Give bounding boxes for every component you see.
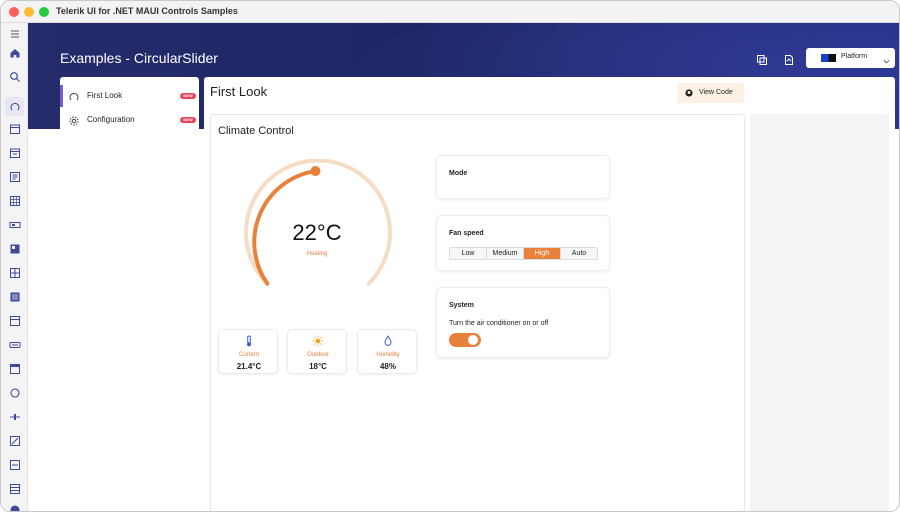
- fan-speed-card: Fan speed Low Medium High Auto: [436, 215, 610, 271]
- stat-value: 48%: [379, 362, 396, 371]
- control-icon[interactable]: [8, 218, 21, 231]
- demo-title: Climate Control: [218, 125, 294, 137]
- nav-item-first-look[interactable]: First Look NEW: [60, 85, 199, 107]
- window-title: Telerik UI for .NET MAUI Controls Sample…: [56, 6, 238, 16]
- heating-status: Heating: [306, 251, 328, 257]
- stat-value: 18°C: [309, 362, 327, 371]
- example-content: First Look View Code Climate Control 22°…: [204, 77, 895, 511]
- controls-rail: [1, 23, 28, 511]
- gear-icon: [68, 114, 80, 126]
- new-badge: NEW: [180, 93, 196, 99]
- list-icon[interactable]: [8, 362, 21, 375]
- new-badge: NEW: [180, 117, 196, 123]
- droplet-icon: [382, 334, 394, 346]
- circular-slider-icon: [68, 90, 80, 102]
- stat-value: 21.4°C: [236, 362, 262, 371]
- system-toggle[interactable]: [449, 333, 481, 347]
- chat-icon[interactable]: [8, 503, 21, 511]
- examples-nav: First Look NEW Configuration NEW: [60, 77, 199, 139]
- slider-thumb: [310, 166, 321, 177]
- fan-speed-segmented: Low Medium High Auto: [449, 247, 598, 260]
- view-code-button[interactable]: View Code: [677, 83, 744, 103]
- fan-speed-high[interactable]: High: [524, 248, 561, 259]
- calendar-icon[interactable]: [8, 122, 21, 135]
- calendar-icon[interactable]: [8, 146, 21, 159]
- button-icon[interactable]: [8, 338, 21, 351]
- list-icon[interactable]: [8, 482, 21, 495]
- stat-label: Current: [238, 352, 259, 358]
- card-title: Mode: [449, 170, 468, 177]
- card-icon[interactable]: [8, 242, 21, 255]
- image-editor-icon[interactable]: [8, 434, 21, 447]
- stat-humidity: Humidity 48%: [357, 329, 417, 374]
- stat-current: Current 21.4°C: [218, 329, 278, 374]
- search-icon[interactable]: [8, 70, 21, 83]
- minimize-window-button[interactable]: [24, 7, 34, 17]
- platform-select-value: Platform: [841, 53, 868, 60]
- close-window-button[interactable]: [9, 7, 19, 17]
- layout-icon[interactable]: [8, 266, 21, 279]
- stat-outdoor: Outdoor 18°C: [287, 329, 347, 374]
- toggle-knob: [468, 335, 478, 345]
- fan-speed-medium[interactable]: Medium: [487, 248, 524, 259]
- title-bar: Telerik UI for .NET MAUI Controls Sample…: [1, 1, 899, 23]
- entry-icon[interactable]: [8, 458, 21, 471]
- system-description: Turn the air conditioner on or off: [449, 320, 549, 327]
- chevron-down-icon: [882, 53, 891, 64]
- copy-icon[interactable]: [756, 53, 768, 65]
- slider-icon[interactable]: [8, 410, 21, 423]
- circle-icon[interactable]: [8, 386, 21, 399]
- fan-speed-low[interactable]: Low: [450, 248, 487, 259]
- active-indicator: [60, 85, 63, 107]
- github-icon: [685, 89, 693, 97]
- platform-swatch: [821, 54, 836, 62]
- side-panel: [750, 114, 889, 511]
- sun-icon: [312, 334, 324, 347]
- nav-item-label: First Look: [87, 91, 123, 100]
- page-header-title: Examples - CircularSlider: [60, 50, 218, 66]
- stat-label: Humidity: [376, 352, 400, 358]
- card-title: System: [449, 302, 474, 309]
- circular-slider-icon[interactable]: [5, 97, 24, 116]
- maximize-window-button[interactable]: [39, 7, 49, 17]
- view-code-label: View Code: [699, 89, 733, 96]
- fan-speed-auto[interactable]: Auto: [561, 248, 597, 259]
- nav-item-label: Configuration: [87, 115, 135, 124]
- platform-select[interactable]: Platform: [806, 48, 895, 68]
- stat-label: Outdoor: [307, 352, 329, 358]
- form-icon[interactable]: [8, 170, 21, 183]
- card-title: Fan speed: [449, 230, 484, 237]
- home-icon[interactable]: [8, 46, 21, 59]
- system-card: System Turn the air conditioner on or of…: [436, 287, 610, 358]
- mode-card: Mode: [436, 155, 610, 199]
- app-window: Telerik UI for .NET MAUI Controls Sample…: [0, 0, 900, 512]
- menu-icon[interactable]: [8, 27, 21, 40]
- nav-item-configuration[interactable]: Configuration NEW: [60, 109, 199, 131]
- temperature-value: 22°C: [292, 220, 342, 245]
- thermometer-icon: [243, 334, 255, 347]
- page-title: First Look: [210, 84, 268, 99]
- panel-icon[interactable]: [8, 290, 21, 303]
- climate-control-demo: Climate Control 22°C Heating Current 21.…: [210, 114, 745, 511]
- list-icon[interactable]: [8, 314, 21, 327]
- grid-icon[interactable]: [8, 194, 21, 207]
- document-icon[interactable]: [783, 53, 795, 65]
